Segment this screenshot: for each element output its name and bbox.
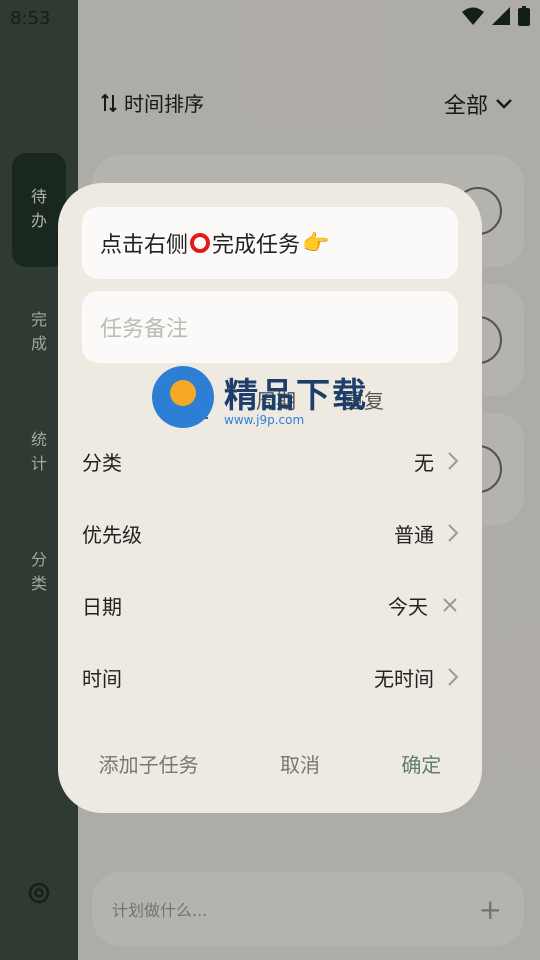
- chevron-right-icon: [448, 668, 458, 686]
- dialog-actions: 添加子任务 取消 确定: [58, 749, 482, 778]
- row-value: 今天: [388, 594, 428, 619]
- row-label: 日期: [82, 594, 122, 619]
- confirm-button[interactable]: 确定: [401, 749, 441, 778]
- add-task-dialog: 点击右侧 完成任务 👉 任务备注 普通 周期 重复 分类 无 优先级 普通 日期…: [58, 183, 482, 813]
- priority-row[interactable]: 优先级 普通: [82, 513, 458, 553]
- row-value: 无时间: [374, 666, 434, 691]
- watermark-text: 精品下载: [224, 375, 368, 416]
- chevron-right-icon: [448, 452, 458, 470]
- task-note-placeholder: 任务备注: [100, 317, 189, 342]
- category-row[interactable]: 分类 无: [82, 441, 458, 481]
- time-row[interactable]: 时间 无时间: [82, 657, 458, 697]
- row-label: 分类: [82, 450, 122, 475]
- watermark-url: www.j9p.com: [224, 412, 305, 427]
- cancel-button[interactable]: 取消: [280, 749, 320, 778]
- task-title-suffix: 完成任务: [212, 233, 301, 258]
- task-title-input[interactable]: 点击右侧 完成任务 👉: [82, 207, 458, 279]
- close-icon[interactable]: [442, 597, 458, 613]
- row-label: 时间: [82, 666, 122, 691]
- row-value: 普通: [394, 522, 434, 547]
- row-label: 优先级: [82, 522, 142, 547]
- watermark: 精品下载 www.j9p.com: [152, 366, 368, 428]
- chevron-right-icon: [448, 524, 458, 542]
- add-subtask-button[interactable]: 添加子任务: [99, 749, 199, 778]
- row-value: 无: [414, 450, 434, 475]
- task-note-input[interactable]: 任务备注: [82, 291, 458, 363]
- pointing-hand-icon: 👉: [302, 230, 330, 256]
- red-circle-icon: [190, 233, 211, 253]
- date-row[interactable]: 日期 今天: [82, 585, 458, 625]
- watermark-logo-icon: [152, 366, 214, 428]
- task-title-text: 点击右侧: [100, 233, 189, 258]
